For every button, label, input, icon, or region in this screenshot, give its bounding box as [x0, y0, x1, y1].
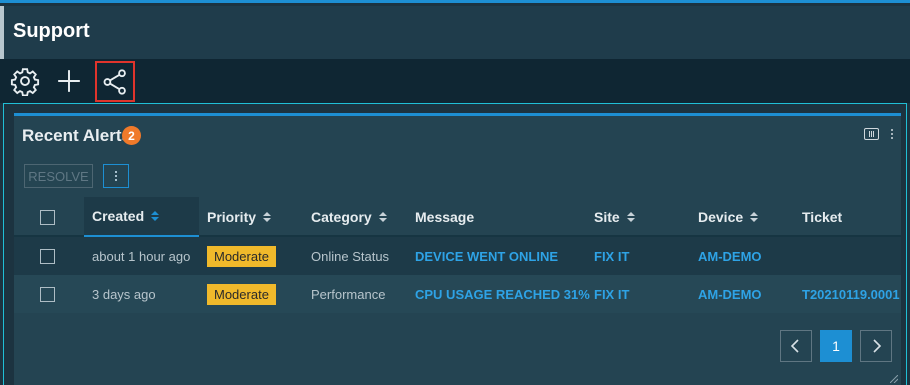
priority-badge: Moderate — [207, 283, 276, 305]
column-label-site: Site — [594, 209, 620, 225]
column-header-priority[interactable]: Priority — [207, 197, 272, 237]
row-checkbox[interactable] — [40, 286, 55, 302]
column-label-category: Category — [311, 209, 372, 225]
device-link[interactable]: AM-DEMO — [698, 275, 762, 313]
column-header-site[interactable]: Site — [594, 197, 635, 237]
column-label-ticket: Ticket — [802, 209, 843, 225]
alerts-table: Created Priority Category Message Site D… — [14, 197, 901, 313]
table-row[interactable]: about 1 hour ago Moderate Online Status … — [14, 237, 901, 275]
select-all-checkbox-cell — [40, 197, 55, 237]
table-header-row: Created Priority Category Message Site D… — [14, 197, 901, 237]
column-label-message: Message — [415, 209, 475, 225]
column-header-category[interactable]: Category — [311, 197, 387, 237]
message-link[interactable]: CPU USAGE REACHED 31% — [415, 275, 590, 313]
columns-icon[interactable] — [864, 128, 879, 140]
ticket-link[interactable]: T20210119.0001 — [802, 275, 900, 313]
title-accent-bar — [0, 6, 4, 59]
dashboard-panel: Recent Alerts 2 RESOLVE Created Priority… — [3, 103, 907, 385]
bulk-actions-button[interactable] — [103, 164, 129, 188]
recent-alerts-widget: Recent Alerts 2 RESOLVE Created Priority… — [14, 113, 901, 385]
table-row[interactable]: 3 days ago Moderate Performance CPU USAG… — [14, 275, 901, 313]
share-icon[interactable] — [95, 61, 135, 102]
sort-icon — [151, 211, 160, 221]
category-cell: Online Status — [311, 248, 390, 264]
previous-page-button[interactable] — [780, 330, 812, 362]
sort-icon — [750, 212, 759, 222]
sort-icon — [263, 212, 272, 222]
row-checkbox[interactable] — [40, 248, 55, 264]
next-page-button[interactable] — [860, 330, 892, 362]
select-all-checkbox[interactable] — [40, 209, 55, 225]
chevron-right-icon — [873, 339, 882, 353]
title-bar: Support — [0, 6, 910, 59]
device-link[interactable]: AM-DEMO — [698, 237, 762, 275]
message-link[interactable]: DEVICE WENT ONLINE — [415, 237, 558, 275]
column-header-ticket: Ticket — [802, 197, 842, 237]
priority-badge: Moderate — [207, 245, 276, 267]
column-header-message: Message — [415, 197, 474, 237]
more-actions-icon — [113, 171, 119, 181]
resolve-button[interactable]: RESOLVE — [24, 164, 93, 188]
sort-icon — [626, 212, 635, 222]
support-window: Support Recent Alerts 2 RESOLVE Created … — [0, 0, 910, 385]
chevron-left-icon — [790, 339, 799, 353]
created-cell: 3 days ago — [92, 286, 156, 302]
column-label-device: Device — [698, 209, 744, 225]
widget-menu-icon[interactable] — [889, 129, 895, 139]
page-title: Support — [13, 20, 90, 42]
category-cell: Performance — [311, 286, 386, 302]
resize-handle-icon[interactable] — [890, 375, 898, 383]
site-link[interactable]: FIX IT — [594, 237, 629, 275]
plus-icon[interactable] — [52, 63, 86, 99]
widget-title: Recent Alerts — [22, 126, 131, 145]
gear-icon[interactable] — [8, 63, 42, 99]
column-header-created[interactable]: Created — [84, 197, 199, 237]
column-label-priority: Priority — [207, 209, 257, 225]
page-button-current[interactable]: 1 — [820, 330, 852, 362]
site-link[interactable]: FIX IT — [594, 275, 629, 313]
column-header-device[interactable]: Device — [698, 197, 759, 237]
column-label-created: Created — [92, 208, 145, 224]
widget-header: Recent Alerts 2 — [14, 116, 901, 154]
sort-icon — [378, 212, 387, 222]
toolbar — [0, 59, 910, 103]
created-cell: about 1 hour ago — [92, 248, 191, 264]
alert-count-badge: 2 — [122, 126, 141, 145]
